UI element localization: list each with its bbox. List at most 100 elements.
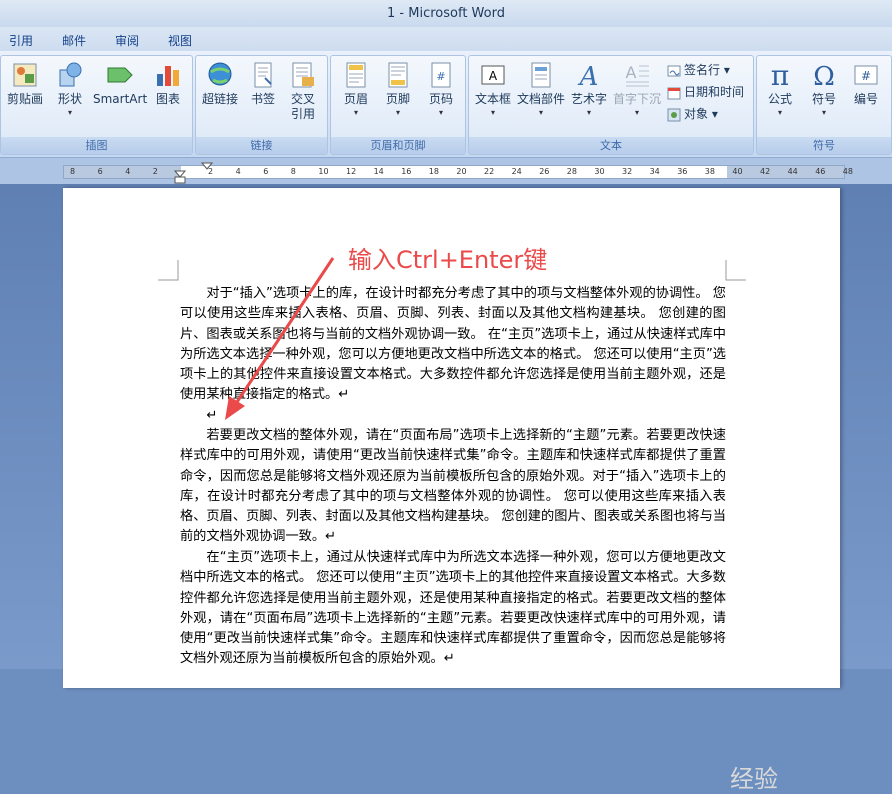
- group-text: A 文本框 ▾ 文档部件 ▾ A 艺术字 ▾ A 首字下沉 ▾ 签名行 ▾ 日期…: [468, 55, 754, 155]
- ruler-tick-label: 36: [677, 167, 688, 176]
- shapes-button[interactable]: 形状 ▾: [55, 60, 85, 119]
- ruler-tick-label: 26: [539, 167, 550, 176]
- chevron-down-icon: ▾: [587, 108, 592, 117]
- chevron-down-icon: ▾: [777, 108, 782, 117]
- first-line-indent-marker[interactable]: [201, 162, 213, 170]
- svg-text:A: A: [626, 63, 637, 82]
- drop-cap-button[interactable]: A 首字下沉 ▾: [613, 60, 661, 119]
- header-button[interactable]: 页眉 ▾: [341, 60, 371, 119]
- ruler-tick-label: 48: [842, 167, 853, 176]
- chevron-down-icon: ▾: [821, 108, 826, 117]
- margin-corner-top-right: [725, 260, 746, 281]
- date-time-button[interactable]: 日期和时间: [667, 82, 744, 102]
- ruler-tick-label: 12: [346, 167, 357, 176]
- window-title: 1 - Microsoft Word: [387, 6, 505, 21]
- svg-text:A: A: [489, 69, 498, 83]
- chevron-down-icon: ▾: [491, 108, 496, 117]
- clipart-icon: [13, 63, 37, 87]
- numbering-button[interactable]: # 编号: [851, 60, 881, 107]
- chevron-down-icon: ▾: [635, 108, 640, 117]
- tab-references[interactable]: 引用: [9, 30, 33, 51]
- wordart-button[interactable]: A 艺术字 ▾: [571, 60, 607, 119]
- object-icon: [667, 108, 681, 121]
- watermark: 经验: [730, 765, 778, 793]
- svg-text:A: A: [578, 62, 599, 90]
- group-symbols: π 公式 ▾ Ω 符号 ▾ # 编号 符号: [756, 55, 892, 155]
- cross-reference-button[interactable]: 交叉 引用: [288, 60, 318, 122]
- ruler-tick-label: 40: [732, 167, 743, 176]
- footer-button[interactable]: 页脚 ▾: [383, 60, 413, 119]
- document-area: 输入Ctrl+Enter键 对于“插入”选项卡上的库，在设计时都充分考虑了其中的…: [0, 184, 892, 793]
- ruler-tick-label: 6: [263, 167, 269, 176]
- ruler-tick-label: 2: [152, 167, 158, 176]
- symbol-button[interactable]: Ω 符号 ▾: [809, 60, 839, 119]
- group-illustrations: 剪贴画 形状 ▾ SmartArt 图表 插图: [0, 55, 193, 155]
- smartart-button[interactable]: SmartArt: [93, 60, 147, 107]
- ribbon: 剪贴画 形状 ▾ SmartArt 图表 插图 超链接 书签 交叉 引用 链接 …: [0, 51, 892, 158]
- group-links: 超链接 书签 交叉 引用 链接: [195, 55, 328, 155]
- ruler-tick-label: 10: [318, 167, 329, 176]
- omega-icon: Ω: [813, 62, 835, 90]
- ruler-tick-label: 22: [484, 167, 495, 176]
- left-indent-marker[interactable]: [174, 170, 186, 184]
- ruler-tick-label: 8: [70, 167, 76, 176]
- chevron-down-icon: ▾: [67, 108, 72, 117]
- ruler-tick-label: 24: [511, 167, 522, 176]
- signature-icon: [667, 65, 681, 76]
- svg-text:#: #: [861, 69, 871, 83]
- chevron-down-icon: ▾: [539, 108, 544, 117]
- page-number-icon: #: [431, 62, 451, 88]
- ruler-tick-label: 4: [125, 167, 131, 176]
- document-page[interactable]: 输入Ctrl+Enter键 对于“插入”选项卡上的库，在设计时都充分考虑了其中的…: [63, 188, 840, 688]
- ribbon-tabs: 引用 邮件 审阅 视图: [0, 27, 892, 51]
- ruler-tick-label: 44: [787, 167, 798, 176]
- quick-parts-icon: [531, 62, 551, 88]
- chart-icon: [157, 66, 179, 86]
- paragraph-2[interactable]: 若要更改文档的整体外观，请在“页面布局”选项卡上选择新的“主题”元素。若要更改快…: [180, 426, 726, 548]
- ruler-tick-label: 30: [594, 167, 605, 176]
- tab-view[interactable]: 视图: [168, 30, 192, 51]
- chevron-down-icon: ▾: [438, 108, 443, 117]
- svg-text:#: #: [436, 70, 445, 83]
- bookmark-button[interactable]: 书签: [248, 60, 278, 107]
- tab-mailings[interactable]: 邮件: [62, 30, 86, 51]
- globe-link-icon: [208, 62, 232, 86]
- chart-button[interactable]: 图表: [153, 60, 183, 107]
- object-button[interactable]: 对象 ▾: [667, 104, 718, 124]
- ruler-tick-label: 46: [815, 167, 826, 176]
- paragraph-3[interactable]: 在“主页”选项卡上，通过从快速样式库中为所选文本选择一种外观，您可以方便地更改文…: [180, 548, 726, 670]
- horizontal-ruler[interactable]: 8 6 4 2 2 4 6 8 10 12 14 16 18 20 22 24 26 28 30 32 34 36 38 40…: [0, 158, 892, 184]
- pi-icon: π: [771, 60, 789, 90]
- bookmark-icon: [254, 62, 272, 88]
- quick-parts-button[interactable]: 文档部件 ▾: [517, 60, 565, 119]
- header-icon: [346, 62, 366, 88]
- equation-button[interactable]: π 公式 ▾: [765, 60, 795, 119]
- svg-text:π: π: [771, 60, 789, 90]
- chevron-down-icon: ▾: [353, 108, 358, 117]
- signature-line-button[interactable]: 签名行 ▾: [667, 60, 730, 80]
- hyperlink-button[interactable]: 超链接: [202, 60, 238, 107]
- ruler-tick-label: 20: [456, 167, 467, 176]
- ruler-tick-label: 4: [235, 167, 241, 176]
- calendar-icon: [667, 87, 681, 99]
- footer-icon: [388, 62, 408, 88]
- clipart-button[interactable]: 剪贴画: [7, 60, 43, 107]
- group-header-footer: 页眉 ▾ 页脚 ▾ # 页码 ▾ 页眉和页脚: [330, 55, 466, 155]
- title-bar: 1 - Microsoft Word: [0, 0, 892, 27]
- ruler-tick-label: 18: [428, 167, 439, 176]
- annotation-callout: 输入Ctrl+Enter键: [348, 246, 548, 274]
- ruler-tick-label: 38: [704, 167, 715, 176]
- numbering-icon: #: [854, 65, 878, 85]
- annotation-arrow: [225, 257, 335, 420]
- textbox-icon: A: [481, 65, 505, 85]
- ruler-tick-label: 16: [401, 167, 412, 176]
- ruler-tick-label: 6: [97, 167, 103, 176]
- svg-text:Ω: Ω: [813, 62, 835, 90]
- smartart-icon: [107, 67, 133, 83]
- page-number-button[interactable]: # 页码 ▾: [426, 60, 456, 119]
- cross-reference-icon: [292, 62, 314, 88]
- textbox-button[interactable]: A 文本框 ▾: [475, 60, 511, 119]
- margin-corner-top-left: [158, 260, 179, 281]
- ruler-tick-label: 14: [373, 167, 384, 176]
- tab-review[interactable]: 审阅: [115, 30, 139, 51]
